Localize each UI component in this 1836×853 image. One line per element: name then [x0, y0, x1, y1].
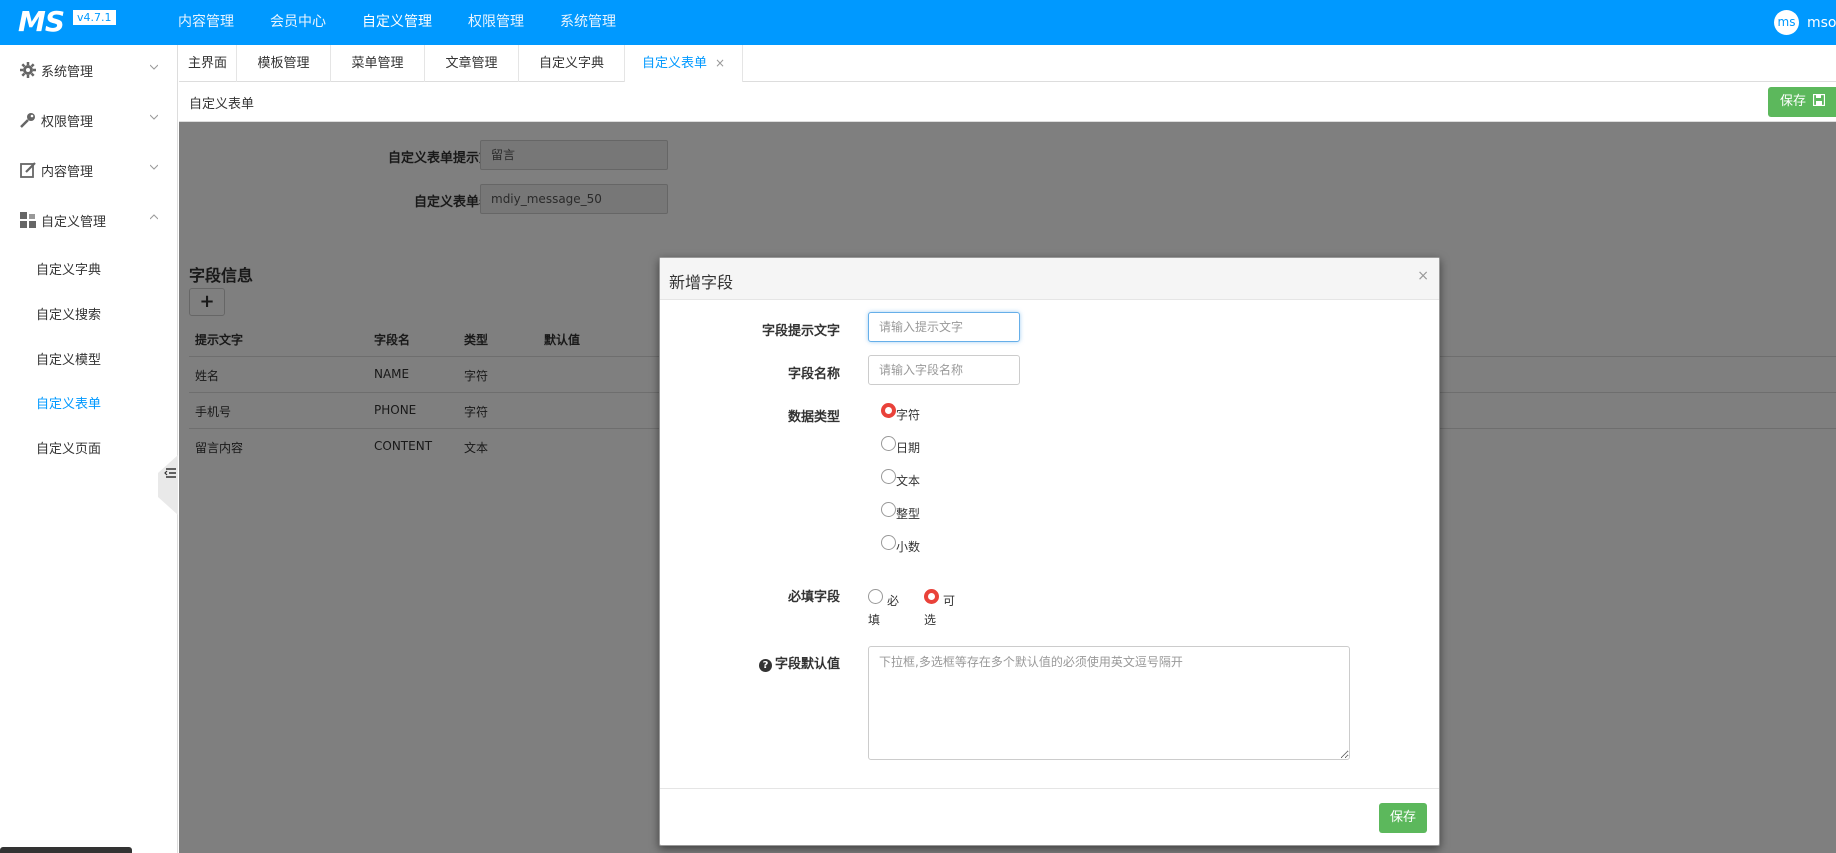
data-type-option[interactable]: 小数 — [896, 538, 920, 555]
data-type-label: 数据类型 — [787, 410, 840, 425]
tab-label: 自定义表单 — [641, 56, 707, 71]
required-option-line1[interactable]: 必 — [887, 592, 899, 609]
modal-header: 新增字段 × — [660, 258, 1439, 300]
top-nav-custom[interactable]: 自定义管理 — [362, 0, 432, 45]
default-value-textarea[interactable] — [868, 646, 1350, 760]
field-hint-label: 字段提示文字 — [761, 324, 840, 339]
sidebar-item-search[interactable]: 自定义搜索 — [36, 304, 101, 323]
save-icon — [1813, 93, 1826, 107]
help-icon[interactable]: ? — [758, 659, 772, 672]
chevron-up-icon — [150, 214, 158, 220]
sidebar-group-label: 系统管理 — [41, 64, 94, 80]
sidebar-group-label: 自定义管理 — [41, 214, 107, 230]
add-field-modal: 新增字段 × 字段提示文字 字段名称 数据类型 字符 日期 文本 整型 小数 必… — [659, 257, 1440, 846]
save-label: 保存 — [1780, 94, 1807, 109]
close-icon[interactable]: × — [715, 56, 725, 70]
tab-dictionary[interactable]: 自定义字典 — [519, 45, 625, 82]
data-type-option[interactable]: 文本 — [896, 472, 920, 489]
modules-icon — [20, 212, 36, 228]
field-name-input[interactable] — [868, 355, 1020, 385]
top-nav-content[interactable]: 内容管理 — [178, 0, 234, 45]
modal-title: 新增字段 — [669, 273, 734, 292]
close-icon[interactable]: × — [1417, 268, 1429, 284]
sidebar-group-label: 内容管理 — [41, 164, 94, 180]
data-type-radio-decimal[interactable] — [881, 535, 896, 550]
data-type-option[interactable]: 整型 — [896, 505, 920, 522]
sidebar-item-page[interactable]: 自定义页面 — [36, 438, 101, 457]
top-nav-permission[interactable]: 权限管理 — [468, 0, 524, 45]
edit-icon — [20, 162, 36, 178]
required-radio-optional[interactable] — [924, 589, 939, 604]
sidebar-group-label: 权限管理 — [41, 114, 94, 130]
save-button[interactable]: 保存 — [1768, 87, 1836, 117]
top-bar: MS v4.7.1 内容管理 会员中心 自定义管理 权限管理 系统管理 ms m… — [0, 0, 1836, 45]
collapse-icon[interactable] — [163, 466, 177, 480]
top-nav: 内容管理 会员中心 自定义管理 权限管理 系统管理 — [178, 0, 652, 45]
chevron-down-icon — [150, 164, 158, 170]
avatar[interactable]: ms — [1774, 10, 1799, 35]
top-nav-system[interactable]: 系统管理 — [560, 0, 616, 45]
tab-articles[interactable]: 文章管理 — [425, 45, 519, 82]
sidebar-group-content[interactable]: 内容管理 — [0, 145, 178, 195]
sidebar: 系统管理 权限管理 内容管理 自定义管理 自定义字典 自定义搜索 自定义模型 自… — [0, 45, 178, 853]
logo[interactable]: MS — [18, 8, 65, 36]
required-option-line2[interactable]: 填 — [868, 611, 880, 628]
taskbar-edge — [0, 847, 132, 853]
default-value-text: 字段默认值 — [774, 657, 840, 672]
data-type-radio-int[interactable] — [881, 502, 896, 517]
chevron-down-icon — [150, 114, 158, 120]
field-hint-input[interactable] — [868, 312, 1020, 342]
sidebar-group-custom[interactable]: 自定义管理 — [0, 195, 178, 245]
tab-menus[interactable]: 菜单管理 — [331, 45, 425, 82]
sidebar-item-form[interactable]: 自定义表单 — [36, 393, 101, 412]
key-icon — [20, 113, 35, 128]
field-name-label: 字段名称 — [787, 367, 840, 382]
data-type-option[interactable]: 日期 — [896, 439, 920, 456]
top-nav-members[interactable]: 会员中心 — [270, 0, 326, 45]
tab-templates[interactable]: 模板管理 — [237, 45, 331, 82]
chevron-down-icon — [150, 64, 158, 70]
data-type-option[interactable]: 字符 — [896, 406, 920, 423]
tab-home[interactable]: 主界面 — [179, 45, 237, 82]
sidebar-item-model[interactable]: 自定义模型 — [36, 349, 101, 368]
data-type-radio-date[interactable] — [881, 436, 896, 451]
sidebar-item-dictionary[interactable]: 自定义字典 — [36, 259, 101, 278]
modal-save-button[interactable]: 保存 — [1379, 803, 1427, 833]
data-type-radio-text[interactable] — [881, 469, 896, 484]
sidebar-group-permission[interactable]: 权限管理 — [0, 95, 178, 145]
username[interactable]: msop — [1807, 15, 1836, 31]
required-label: 必填字段 — [787, 590, 840, 605]
tab-bar: 主界面 模板管理 菜单管理 文章管理 自定义字典 自定义表单 × — [179, 45, 1836, 83]
data-type-radio-string[interactable] — [881, 403, 896, 418]
default-value-label: ? 字段默认值 — [660, 653, 840, 672]
gear-icon — [20, 62, 36, 78]
required-radio-required[interactable] — [868, 589, 883, 604]
optional-option-line1[interactable]: 可 — [943, 592, 955, 609]
tab-custom-form[interactable]: 自定义表单 × — [625, 45, 743, 83]
user-menu[interactable]: ms msop — [1774, 10, 1836, 35]
version-badge: v4.7.1 — [73, 10, 116, 25]
page-header: 自定义表单 保存 — [179, 82, 1836, 122]
sidebar-group-system[interactable]: 系统管理 — [0, 45, 178, 95]
modal-footer-divider — [660, 788, 1439, 789]
optional-option-line2[interactable]: 选 — [924, 611, 936, 628]
page-title: 自定义表单 — [189, 97, 255, 112]
